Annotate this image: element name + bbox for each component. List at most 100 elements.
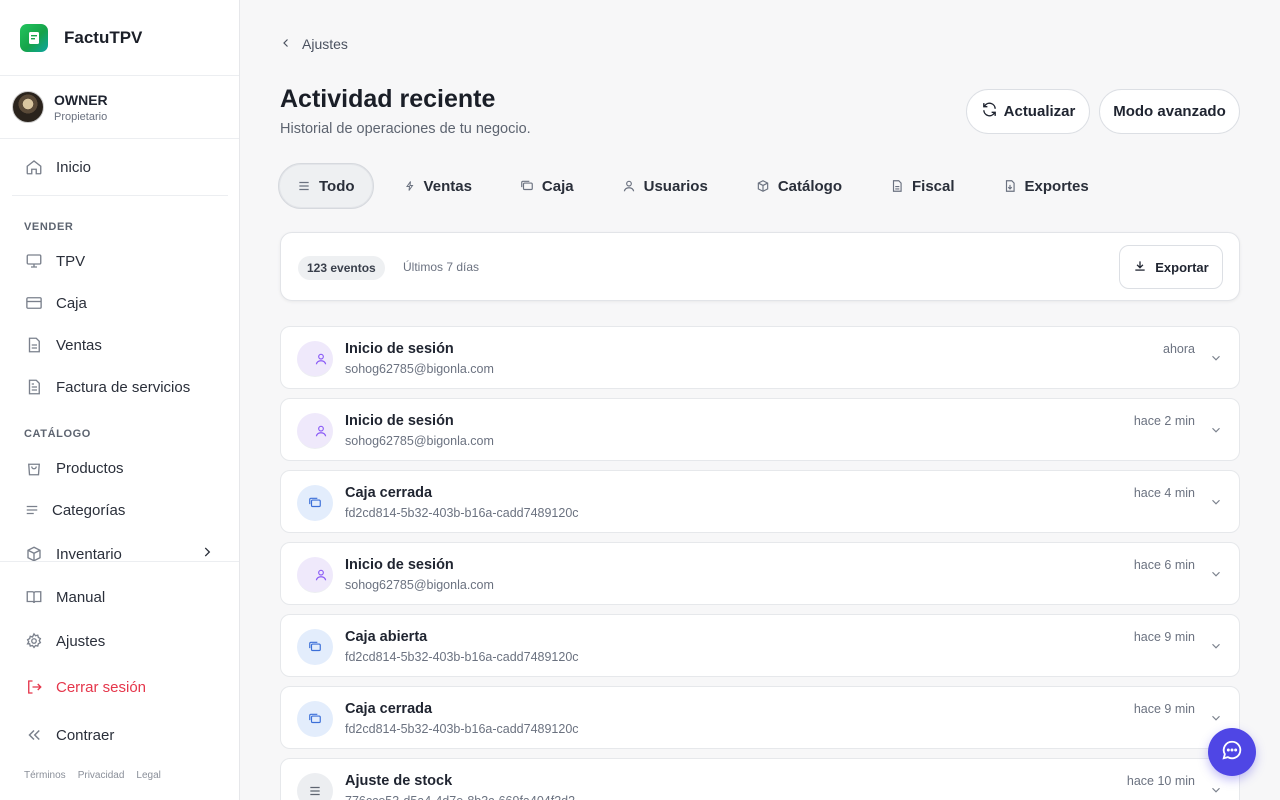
event-detail: fd2cd814-5b32-403b-b16a-cadd7489120c xyxy=(345,650,579,664)
breadcrumb[interactable]: Ajustes xyxy=(280,36,348,52)
brand[interactable]: FactuTPV xyxy=(0,0,239,76)
tab-all[interactable]: Todo xyxy=(278,163,374,209)
tab-catalog[interactable]: Catálogo xyxy=(738,163,860,209)
chevron-down-icon[interactable] xyxy=(1209,495,1223,514)
event-title: Inicio de sesión xyxy=(345,557,454,573)
tab-exports[interactable]: Exportes xyxy=(985,163,1107,209)
app-logo-icon xyxy=(20,23,48,52)
legal-link[interactable]: Legal xyxy=(136,770,160,781)
avatar xyxy=(12,91,44,123)
invoice-icon xyxy=(24,377,44,397)
tab-label: Ventas xyxy=(423,177,472,195)
sidebar-item-home[interactable]: Inicio xyxy=(12,149,228,185)
refresh-icon xyxy=(981,101,998,122)
user-icon xyxy=(297,341,333,377)
breadcrumb-label: Ajustes xyxy=(302,36,348,52)
sidebar-item-categories[interactable]: Categorías xyxy=(12,492,228,528)
event-detail: fd2cd814-5b32-403b-b16a-cadd7489120c xyxy=(345,506,579,520)
sidebar-item-service-invoice[interactable]: Factura de servicios xyxy=(12,369,228,405)
refresh-label: Actualizar xyxy=(1003,103,1076,120)
event-time: hace 10 min xyxy=(1126,774,1195,788)
event-time: hace 4 min xyxy=(1133,486,1195,500)
advanced-mode-button[interactable]: Modo avanzado xyxy=(1099,89,1240,134)
book-icon xyxy=(24,587,44,607)
sidebar-item-label: Ventas xyxy=(56,336,102,354)
event-time: hace 9 min xyxy=(1133,630,1195,644)
user-icon xyxy=(297,413,333,449)
event-title: Caja cerrada xyxy=(345,485,433,501)
chevron-left-icon xyxy=(280,36,292,52)
event-row[interactable]: Inicio de sesión sohog62785@bigonla.com … xyxy=(280,398,1240,461)
tab-fiscal[interactable]: Fiscal xyxy=(872,163,973,209)
event-title: Inicio de sesión xyxy=(345,341,454,357)
tab-sales[interactable]: Ventas xyxy=(386,163,490,209)
sidebar-item-settings[interactable]: Ajustes xyxy=(12,623,228,659)
chevron-down-icon[interactable] xyxy=(1209,711,1223,730)
list-icon xyxy=(297,179,311,193)
wallet-icon xyxy=(297,629,333,665)
sidebar-item-label: Manual xyxy=(56,588,106,606)
chevron-down-icon[interactable] xyxy=(1209,567,1223,586)
user-icon xyxy=(622,179,636,193)
sidebar-item-label: Inventario xyxy=(56,545,122,563)
footer-links: Términos Privacidad Legal xyxy=(24,770,161,781)
tab-label: Fiscal xyxy=(911,177,955,195)
wallet-icon xyxy=(297,485,333,521)
export-label: Exportar xyxy=(1155,259,1209,275)
user-profile[interactable]: OWNER Propietario xyxy=(0,76,239,139)
event-title: Caja cerrada xyxy=(345,701,433,717)
sidebar-item-tpv[interactable]: TPV xyxy=(12,243,228,279)
page-title: Actividad reciente xyxy=(280,85,496,113)
chat-bubble-icon xyxy=(1221,739,1243,766)
event-row[interactable]: Ajuste de stock 776cce53-d5a4-4d7e-8b3c-… xyxy=(280,758,1240,800)
export-button[interactable]: Exportar xyxy=(1119,245,1223,289)
tab-cash[interactable]: Caja xyxy=(502,163,592,209)
sidebar-item-logout[interactable]: Cerrar sesión xyxy=(12,669,228,705)
event-detail: sohog62785@bigonla.com xyxy=(345,434,494,448)
monitor-icon xyxy=(24,251,44,271)
sidebar-item-label: Productos xyxy=(56,459,124,477)
event-row[interactable]: Caja cerrada fd2cd814-5b32-403b-b16a-cad… xyxy=(280,686,1240,749)
refresh-button[interactable]: Actualizar xyxy=(966,89,1090,134)
sidebar-item-sales[interactable]: Ventas xyxy=(12,327,228,363)
sidebar-item-products[interactable]: Productos xyxy=(12,450,228,486)
sidebar-item-label: Contraer xyxy=(56,726,115,744)
sidebar: FactuTPV OWNER Propietario Inicio VENDER… xyxy=(0,0,240,800)
chevron-down-icon[interactable] xyxy=(1209,639,1223,658)
event-row[interactable]: Caja cerrada fd2cd814-5b32-403b-b16a-cad… xyxy=(280,470,1240,533)
app-name: FactuTPV xyxy=(64,27,143,47)
event-time: hace 9 min xyxy=(1133,702,1195,716)
privacy-link[interactable]: Privacidad xyxy=(78,770,125,781)
section-catalog-heading: CATÁLOGO xyxy=(24,428,91,440)
shopping-bag-icon xyxy=(24,458,44,478)
sidebar-item-label: TPV xyxy=(56,252,86,270)
sidebar-item-label: Factura de servicios xyxy=(56,378,191,396)
chevron-down-icon[interactable] xyxy=(1209,423,1223,442)
event-row[interactable]: Caja abierta fd2cd814-5b32-403b-b16a-cad… xyxy=(280,614,1240,677)
chevron-down-icon[interactable] xyxy=(1209,783,1223,800)
sidebar-item-manual[interactable]: Manual xyxy=(12,579,228,615)
document-icon xyxy=(24,335,44,355)
chevron-down-icon[interactable] xyxy=(1209,351,1223,370)
event-row[interactable]: Inicio de sesión sohog62785@bigonla.com … xyxy=(280,326,1240,389)
event-detail: fd2cd814-5b32-403b-b16a-cadd7489120c xyxy=(345,722,579,736)
terms-link[interactable]: Términos xyxy=(24,770,66,781)
sidebar-item-label: Inicio xyxy=(56,158,92,176)
event-title: Ajuste de stock xyxy=(345,773,453,789)
divider xyxy=(12,195,228,196)
tab-users[interactable]: Usuarios xyxy=(604,163,726,209)
events-summary-card: 123 eventos Últimos 7 días Exportar xyxy=(280,232,1240,301)
event-time: ahora xyxy=(1163,342,1195,356)
events-count-badge: 123 eventos xyxy=(298,256,385,280)
sidebar-item-label: Caja xyxy=(56,294,87,312)
sidebar-collapse-button[interactable]: Contraer xyxy=(12,717,228,753)
chat-button[interactable] xyxy=(1208,728,1256,776)
event-detail: sohog62785@bigonla.com xyxy=(345,578,494,592)
event-detail: 776cce53-d5a4-4d7e-8b3c-669fa404f2d2 xyxy=(345,794,575,800)
event-row[interactable]: Inicio de sesión sohog62785@bigonla.com … xyxy=(280,542,1240,605)
event-title: Inicio de sesión xyxy=(345,413,454,429)
gear-icon xyxy=(24,631,44,651)
tab-label: Exportes xyxy=(1024,177,1089,195)
sidebar-item-cash[interactable]: Caja xyxy=(12,285,228,321)
box-icon xyxy=(756,179,770,193)
